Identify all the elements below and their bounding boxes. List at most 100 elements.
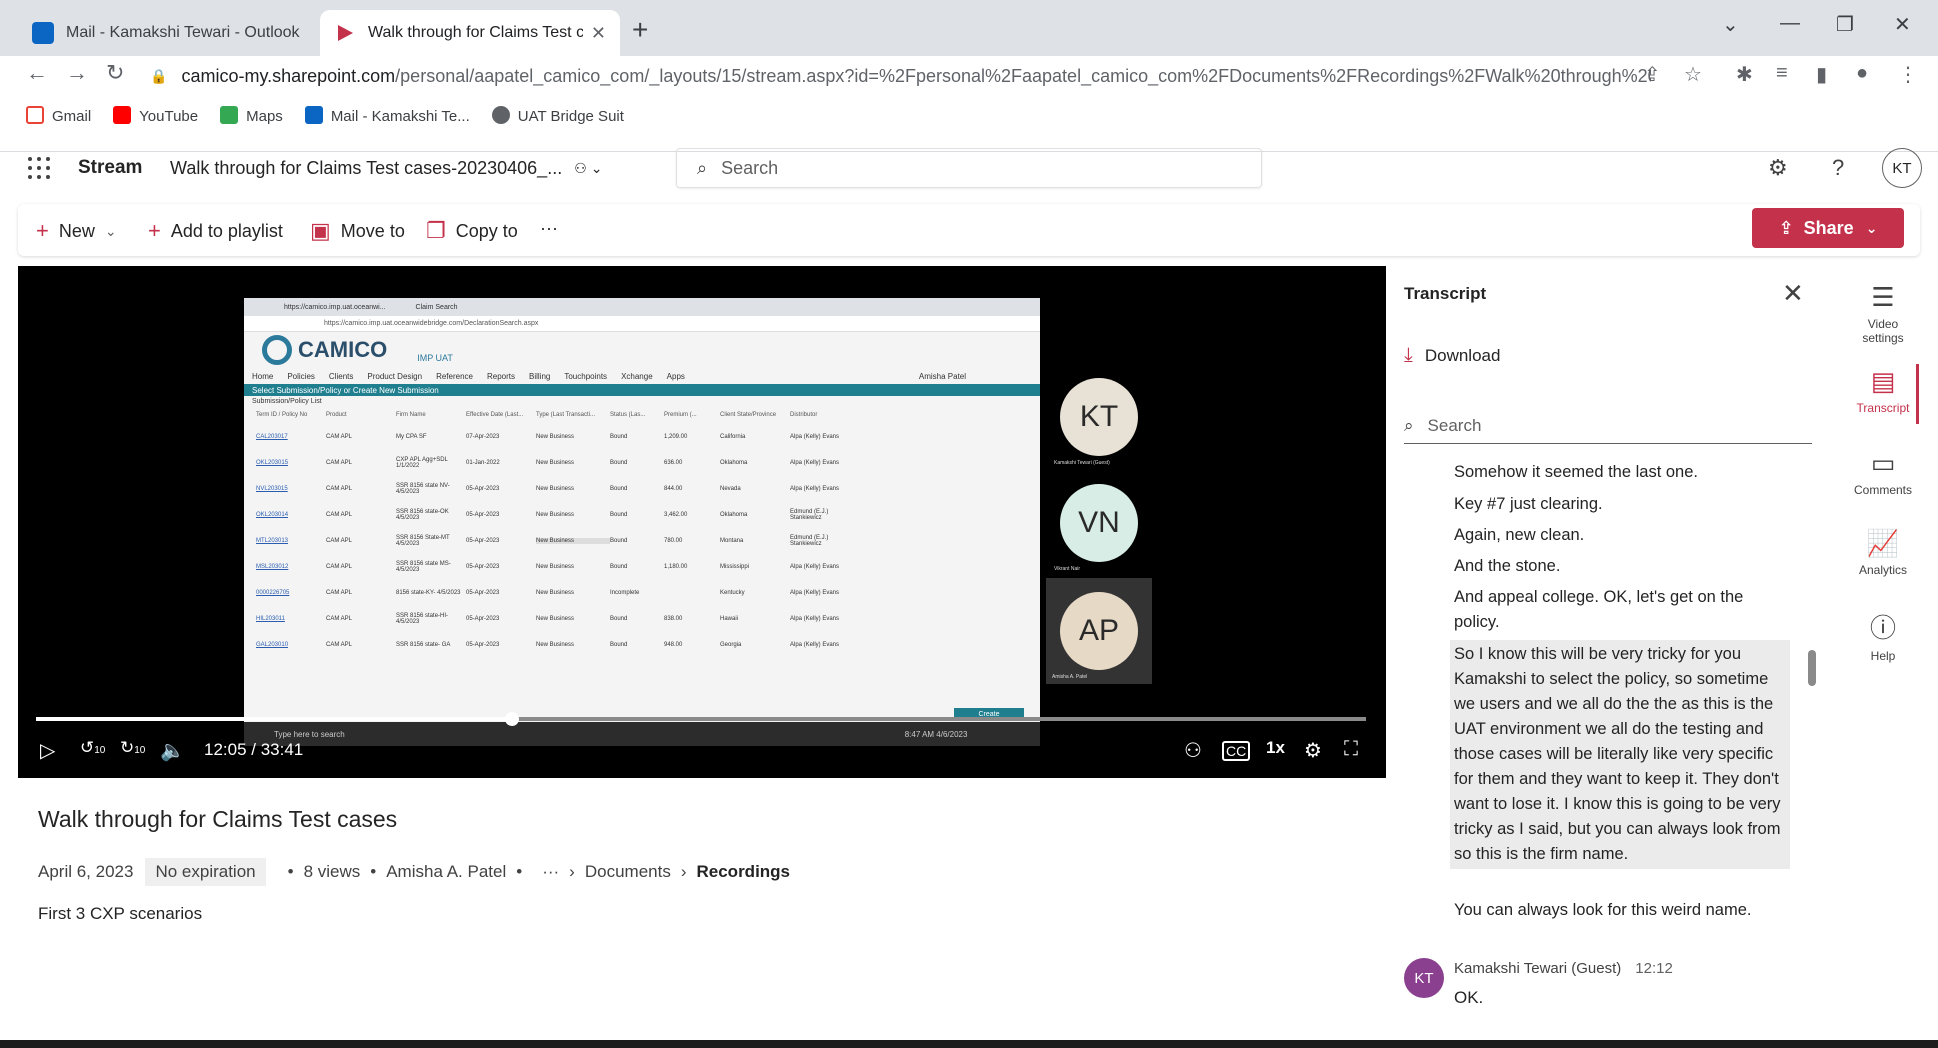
rewind-10-icon[interactable]: ↺10 (80, 738, 105, 758)
share-button[interactable]: ⇪ Share ⌄ (1752, 208, 1904, 248)
shared-taskbar: Type here to search 8:47 AM 4/6/2023 (244, 722, 1040, 746)
progress-thumb[interactable] (505, 712, 519, 726)
bookmark-uat[interactable]: UAT Bridge Suit (491, 105, 624, 125)
back-button[interactable]: ← (26, 60, 48, 86)
search-icon: ⌕ (697, 157, 708, 178)
video-settings-icon[interactable]: ⚙ (1304, 738, 1322, 763)
share-page-icon[interactable]: ⇪ (1644, 62, 1661, 87)
rail-video-settings[interactable]: ☰ Video settings (1846, 282, 1920, 345)
move-to-button[interactable]: ▣ Move to (310, 218, 405, 244)
chevron-down-icon: ⌄ (590, 160, 603, 176)
play-icon[interactable]: ▷ (40, 738, 55, 763)
transcript-line[interactable]: OK. (1454, 988, 1483, 1008)
copy-to-button[interactable]: ❐ Copy to (426, 218, 518, 244)
speaker-timestamp[interactable]: 12:12 (1635, 960, 1673, 977)
transcript-scrollbar[interactable] (1808, 650, 1816, 686)
extensions-icon[interactable]: ✱ (1736, 62, 1753, 87)
breadcrumb-documents[interactable]: Documents (585, 862, 671, 882)
speaker-avatar: KT (1404, 958, 1444, 998)
reading-list-icon[interactable]: ≡ (1776, 62, 1788, 85)
settings-gear-icon[interactable]: ⚙ (1768, 155, 1788, 181)
address-bar[interactable]: 🔒 camico-my.sharepoint.com/personal/aapa… (150, 60, 1690, 92)
owner-name[interactable]: Amisha A. Patel (386, 862, 506, 882)
close-window-button[interactable]: ✕ (1894, 12, 1911, 37)
tab-outlook[interactable]: Mail - Kamakshi Tewari - Outlook (18, 10, 318, 56)
video-description: First 3 CXP scenarios (38, 904, 203, 923)
download-icon: ⤓ (1404, 344, 1413, 366)
participant-tile-kt: KT (1060, 378, 1138, 456)
time-display: 12:05 / 33:41 (204, 740, 304, 759)
rail-help[interactable]: ⓘ Help (1846, 608, 1920, 663)
tab-search-icon[interactable]: ⌄ (1722, 12, 1739, 37)
bookmark-youtube[interactable]: YouTube (113, 105, 198, 125)
move-folder-icon: ▣ (310, 218, 331, 243)
transcript-line[interactable]: And appeal college. OK, let's get on the… (1454, 585, 1790, 635)
minimize-button[interactable]: — (1780, 12, 1800, 35)
outlook-icon (32, 22, 54, 44)
progress-fill (36, 717, 512, 721)
volume-icon[interactable]: 🔈 (160, 738, 185, 763)
doc-title[interactable]: Walk through for Claims Test cases-20230… (170, 158, 603, 179)
app-name[interactable]: Stream (78, 157, 142, 179)
breadcrumb-more[interactable]: ··· (542, 862, 559, 882)
search-input[interactable]: ⌕ Search (676, 148, 1262, 188)
chevron-down-icon: ⌄ (104, 222, 117, 239)
download-button[interactable]: ⤓ Download (1404, 344, 1500, 367)
sliders-icon: ☰ (1871, 282, 1895, 312)
tab-stream[interactable]: Walk through for Claims Test cases ✕ (320, 10, 620, 56)
transcript-line[interactable]: You can always look for this weird name. (1454, 898, 1790, 923)
transcript-line[interactable]: Again, new clean. (1454, 523, 1790, 548)
bookmark-star-icon[interactable]: ☆ (1684, 62, 1702, 87)
close-icon[interactable]: ✕ (1782, 278, 1804, 309)
restore-button[interactable]: ❐ (1836, 12, 1854, 37)
expiration-badge[interactable]: No expiration (145, 858, 266, 886)
reload-button[interactable]: ↻ (106, 60, 124, 86)
participant-name: Kamakshi Tewari (Guest) (1054, 460, 1110, 466)
rail-comments[interactable]: ▭ Comments (1846, 448, 1920, 497)
chrome-menu-icon[interactable]: ⋮ (1898, 62, 1918, 87)
forward-10-icon[interactable]: ↻10 (120, 738, 145, 758)
transcript-search-input[interactable]: ⌕ Search (1404, 408, 1812, 444)
bookmark-outlook[interactable]: Mail - Kamakshi Te... (304, 105, 470, 125)
shared-nav: Home Policies Clients Product Design Referen… (252, 371, 967, 381)
bookmark-maps[interactable]: Maps (220, 105, 283, 125)
table-row: NVL203015 CAM APL SSR 8156 state NV- 4/5/2… (256, 483, 840, 495)
transcript-line[interactable]: Key #7 just clearing. (1454, 492, 1790, 517)
more-commands-button[interactable]: ··· (540, 218, 558, 239)
profile-icon[interactable]: ● (1856, 62, 1868, 85)
new-button[interactable]: + New ⌄ (36, 218, 117, 244)
separator: • (370, 862, 377, 881)
live-transcript-icon[interactable]: ⚇ (1184, 738, 1202, 763)
plus-icon: + (148, 218, 161, 243)
help-icon[interactable]: ? (1832, 155, 1844, 181)
app-launcher-icon[interactable] (28, 157, 50, 179)
bookmark-gmail[interactable]: Gmail (26, 105, 91, 125)
breadcrumb-recordings[interactable]: Recordings (697, 862, 791, 882)
url-text: camico-my.sharepoint.com/personal/aapate… (181, 65, 1652, 86)
add-to-playlist-button[interactable]: + Add to playlist (148, 218, 283, 244)
table-row: MTL203013 CAM APL SSR 8156 State-MT 4/5/20… (256, 535, 829, 547)
side-panel-icon[interactable]: ▮ (1816, 62, 1827, 87)
speed-button[interactable]: 1x (1266, 738, 1285, 758)
transcript-line[interactable]: Somehow it seemed the last one. (1454, 460, 1790, 485)
close-tab-icon[interactable]: ✕ (591, 23, 606, 44)
gmail-icon (26, 105, 44, 124)
shared-address: https://camico.imp.uat.oceanwidebridge.c… (244, 316, 1040, 332)
new-tab-button[interactable]: + (632, 14, 648, 46)
transcript-line[interactable]: And the stone. (1454, 554, 1790, 579)
shared-tab-bar: https://camico.imp.uat.oceanwi... Claim … (244, 298, 1040, 316)
youtube-icon (113, 105, 132, 124)
lock-icon: 🔒 (150, 67, 168, 84)
camico-mark-icon (262, 335, 292, 365)
avatar[interactable]: KT (1882, 148, 1922, 188)
rail-analytics[interactable]: 📈 Analytics (1846, 528, 1920, 577)
rail-transcript[interactable]: ▤ Transcript (1846, 366, 1920, 415)
transcript-line-active[interactable]: So I know this will be very tricky for y… (1450, 640, 1790, 869)
table-row: 0000226705 CAM APL 8156 state-KY- 4/5/2023… (256, 590, 840, 596)
fullscreen-icon[interactable]: ⛶ (1344, 738, 1358, 761)
search-icon: ⌕ (1404, 415, 1414, 435)
video-meta: April 6, 2023 No expiration • 8 views • … (38, 858, 790, 886)
table-row: HIL203011 CAM APL SSR 8156 state-HI- 4/5/2… (256, 613, 840, 625)
captions-icon[interactable]: CC (1222, 741, 1251, 761)
forward-button[interactable]: → (66, 60, 88, 86)
